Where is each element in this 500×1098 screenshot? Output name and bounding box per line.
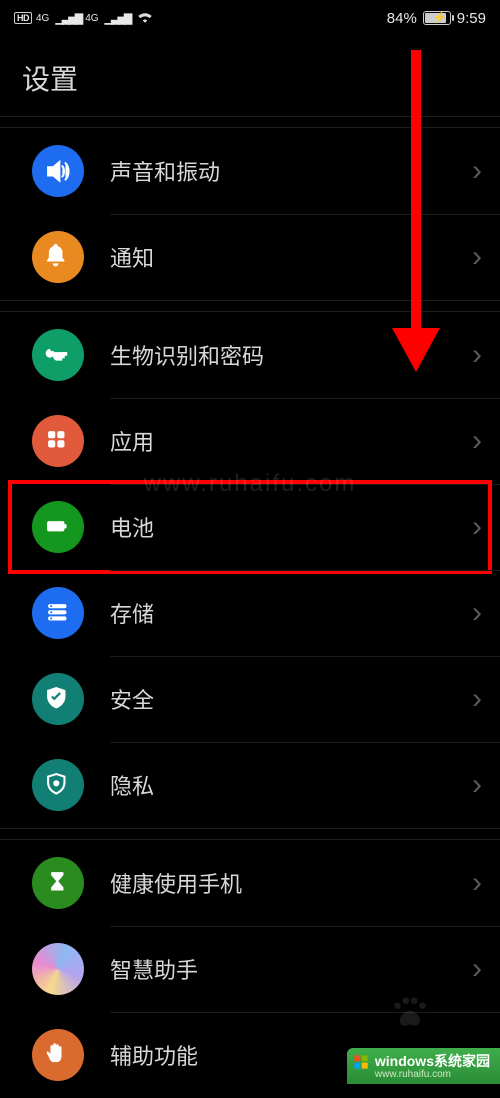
chevron-right-icon: ›: [472, 954, 482, 984]
settings-item-security[interactable]: 安全›: [0, 656, 500, 742]
signal-icon-1: ▁▃▅▇: [55, 12, 81, 25]
watermark-corner: windows系统家园 www.ruhaifu.com: [347, 1048, 500, 1084]
apps-icon: [32, 415, 84, 467]
status-left: HD 4G ▁▃▅▇ 4G ▁▃▅▇: [14, 9, 154, 28]
section-divider: [0, 300, 500, 312]
status-bar: HD 4G ▁▃▅▇ 4G ▁▃▅▇ 84% ⚡ 9:59: [0, 0, 500, 36]
settings-item-label: 智慧助手: [110, 953, 472, 985]
hand-icon: [32, 1029, 84, 1081]
hd-badge: HD: [14, 12, 32, 24]
net-label-2: 4G: [85, 13, 98, 24]
settings-item-label: 安全: [110, 683, 472, 715]
chevron-right-icon: ›: [472, 340, 482, 370]
storage-icon: [32, 587, 84, 639]
chevron-right-icon: ›: [472, 512, 482, 542]
key-icon: [32, 329, 84, 381]
settings-item-sound[interactable]: 声音和振动›: [0, 128, 500, 214]
settings-item-notif[interactable]: 通知›: [0, 214, 500, 300]
section-divider: [0, 828, 500, 840]
bell-icon: [32, 231, 84, 283]
settings-item-battery[interactable]: 电池›: [0, 484, 500, 570]
settings-item-label: 电池: [110, 511, 472, 543]
chevron-right-icon: ›: [472, 868, 482, 898]
settings-item-label: 应用: [110, 425, 472, 457]
settings-item-label: 隐私: [110, 769, 472, 801]
settings-item-storage[interactable]: 存储›: [0, 570, 500, 656]
battery-pct: 84%: [387, 10, 417, 27]
section-divider: [0, 116, 500, 128]
settings-item-privacy[interactable]: 隐私›: [0, 742, 500, 828]
wifi-icon: [136, 9, 154, 28]
settings-item-label: 通知: [110, 241, 472, 273]
settings-item-health[interactable]: 健康使用手机›: [0, 840, 500, 926]
signal-icon-2: ▁▃▅▇: [105, 12, 131, 25]
chevron-right-icon: ›: [472, 598, 482, 628]
settings-item-label: 存储: [110, 597, 472, 629]
chevron-right-icon: ›: [472, 426, 482, 456]
clock: 9:59: [457, 10, 486, 27]
volume-icon: [32, 145, 84, 197]
shield-check-icon: [32, 673, 84, 725]
gradient-icon: [32, 943, 84, 995]
net-label-1: 4G: [36, 13, 49, 24]
shield-dot-icon: [32, 759, 84, 811]
settings-item-apps[interactable]: 应用›: [0, 398, 500, 484]
status-right: 84% ⚡ 9:59: [387, 10, 486, 27]
settings-item-label: 生物识别和密码: [110, 339, 472, 371]
settings-item-assist[interactable]: 智慧助手›: [0, 926, 500, 1012]
battery-icon: [32, 501, 84, 553]
chevron-right-icon: ›: [472, 242, 482, 272]
watermark-corner-line1: windows系统家园: [375, 1054, 490, 1069]
settings-item-biometric[interactable]: 生物识别和密码›: [0, 312, 500, 398]
chevron-right-icon: ›: [472, 684, 482, 714]
page-title: 设置: [0, 36, 500, 116]
watermark-corner-line2: www.ruhaifu.com: [375, 1069, 490, 1080]
chevron-right-icon: ›: [472, 156, 482, 186]
battery-icon: ⚡: [423, 11, 451, 25]
settings-item-label: 健康使用手机: [110, 867, 472, 899]
hourglass-icon: [32, 857, 84, 909]
settings-item-label: 声音和振动: [110, 155, 472, 187]
chevron-right-icon: ›: [472, 770, 482, 800]
